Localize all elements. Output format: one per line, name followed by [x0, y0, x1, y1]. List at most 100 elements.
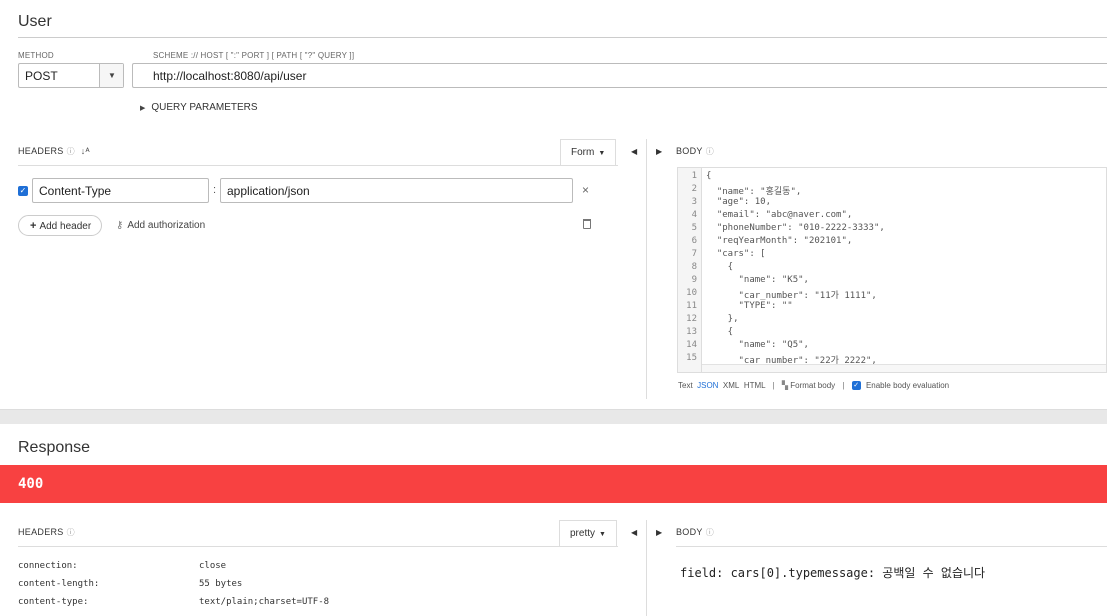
request-title: User: [18, 13, 52, 30]
caret-down-icon: ▼: [108, 71, 116, 80]
code-line: },: [706, 314, 739, 324]
code-line: "TYPE": "": [706, 301, 793, 311]
body-format-options: Text JSON XML HTML | ▚ Format body | ✓ E…: [678, 381, 950, 391]
line-number: 13: [686, 327, 697, 337]
format-xml-tab[interactable]: XML: [723, 381, 739, 390]
chevron-right-icon: ▶: [140, 105, 146, 112]
format-body-label: Format body: [790, 381, 836, 390]
code-line: "email": "abc@naver.com",: [706, 210, 853, 220]
line-number: 1: [691, 171, 697, 181]
line-number: 2: [691, 184, 697, 194]
response-body-label: BODY ⓘ: [676, 527, 714, 538]
method-value: POST: [25, 69, 58, 83]
code-line: "name": "홍길동",: [706, 187, 802, 197]
line-number: 5: [691, 223, 697, 233]
response-header-value: 55 bytes: [199, 579, 243, 589]
format-text-tab[interactable]: Text: [678, 381, 693, 390]
help-icon[interactable]: ⓘ: [706, 528, 714, 537]
headers-label-text: HEADERS: [18, 527, 64, 537]
help-icon[interactable]: ⓘ: [67, 147, 75, 156]
query-parameters-label: QUERY PARAMETERS: [151, 102, 258, 113]
caret-down-icon: ▼: [599, 531, 606, 538]
code-line: {: [706, 327, 734, 337]
request-headers-label: HEADERS ⓘ ↓ᴬ: [18, 146, 90, 157]
response-header-name: connection:: [18, 561, 78, 571]
headers-mode-select[interactable]: Form ▼: [560, 139, 617, 165]
line-number: 6: [691, 236, 697, 246]
code-line: "age": 10,: [706, 197, 772, 207]
format-json-tab[interactable]: JSON: [697, 381, 718, 390]
separator: |: [842, 381, 845, 390]
request-panel: User METHOD SCHEME :// HOST [ ":" PORT ]…: [0, 0, 1107, 410]
url-value: http://localhost:8080/api/user: [153, 69, 307, 83]
sort-icon[interactable]: ↓ᴬ: [81, 146, 90, 156]
headers-mode-value: pretty: [570, 528, 596, 539]
add-header-label: Add header: [39, 221, 92, 232]
code-line: {: [706, 262, 734, 272]
code-line: "car_number": "11가 1111",: [706, 291, 877, 301]
collapse-left-icon[interactable]: ◀: [631, 528, 637, 537]
split-divider[interactable]: [646, 139, 647, 399]
response-header-value: close: [199, 561, 227, 571]
response-headers-divider: [18, 546, 618, 547]
response-panel: Response 400 HEADERS ⓘ pretty ▼ ◀ ▶ BODY ⓘ …: [0, 424, 1107, 616]
help-icon[interactable]: ⓘ: [67, 528, 75, 537]
code-line: {: [706, 171, 712, 181]
line-number: 15: [686, 353, 697, 363]
split-divider[interactable]: [646, 520, 647, 616]
collapse-right-icon[interactable]: ▶: [656, 528, 662, 537]
add-header-button[interactable]: + Add header: [18, 215, 102, 236]
status-code: 400: [18, 476, 44, 492]
line-number: 4: [691, 210, 697, 220]
collapse-right-icon[interactable]: ▶: [656, 147, 662, 156]
query-parameters-toggle[interactable]: ▶ QUERY PARAMETERS: [140, 102, 258, 113]
add-authorization-label: Add authorization: [127, 220, 206, 231]
remove-header-icon[interactable]: ×: [582, 183, 589, 197]
status-bar: 400: [0, 465, 1107, 503]
method-select[interactable]: POST ▼: [18, 63, 124, 88]
headers-label-text: HEADERS: [18, 146, 64, 156]
response-headers-label: HEADERS ⓘ: [18, 527, 75, 538]
header-separator: :: [213, 184, 217, 196]
trash-icon[interactable]: [583, 219, 591, 229]
response-headers-mode-select[interactable]: pretty ▼: [559, 520, 617, 546]
line-number: 3: [691, 197, 697, 207]
code-line: "cars": [: [706, 249, 766, 259]
enable-eval-checkbox[interactable]: ✓: [851, 381, 861, 391]
line-number: 7: [691, 249, 697, 259]
header-value-input[interactable]: application/json: [220, 178, 573, 203]
separator: |: [772, 381, 775, 390]
code-line: "phoneNumber": "010-2222-3333",: [706, 223, 885, 233]
response-header-name: content-length:: [18, 579, 100, 589]
request-body-label: BODY ⓘ: [676, 146, 714, 157]
plus-icon: +: [30, 220, 37, 232]
headers-divider: [18, 165, 618, 166]
line-number: 8: [691, 262, 697, 272]
enable-eval-label: Enable body evaluation: [865, 381, 950, 390]
line-number: 12: [686, 314, 697, 324]
format-html-tab[interactable]: HTML: [744, 381, 765, 390]
response-header-value: text/plain;charset=UTF-8: [199, 597, 330, 607]
method-dropdown-button[interactable]: ▼: [99, 64, 123, 87]
header-name-input[interactable]: Content-Type: [32, 178, 209, 203]
method-label: METHOD: [18, 51, 54, 60]
key-icon: ⚷: [116, 220, 124, 231]
brush-icon: ▚: [781, 381, 789, 390]
header-enabled-checkbox[interactable]: ✓: [18, 186, 28, 196]
line-number: 11: [686, 301, 697, 311]
add-authorization-button[interactable]: ⚷ Add authorization: [116, 220, 205, 231]
collapse-left-icon[interactable]: ◀: [631, 147, 637, 156]
response-title: Response: [18, 439, 91, 456]
line-number: 14: [686, 340, 697, 350]
body-editor[interactable]: 1 2 3 4 5 6 7 8 9 10 11 12 13 14 15 { "n…: [677, 167, 1107, 373]
response-header-name: content-type:: [18, 597, 89, 607]
url-input[interactable]: http://localhost:8080/api/user: [132, 63, 1107, 88]
editor-horizontal-scrollbar[interactable]: [702, 364, 1106, 372]
code-line: "name": "Q5",: [706, 340, 809, 350]
format-body-button[interactable]: ▚ Format body: [782, 381, 835, 390]
scheme-label: SCHEME :// HOST [ ":" PORT ] [ PATH [ "?…: [153, 51, 355, 60]
code-line: "name": "K5",: [706, 275, 809, 285]
title-divider: [18, 37, 1107, 38]
code-line: "reqYearMonth": "202101",: [706, 236, 853, 246]
help-icon[interactable]: ⓘ: [706, 147, 714, 156]
